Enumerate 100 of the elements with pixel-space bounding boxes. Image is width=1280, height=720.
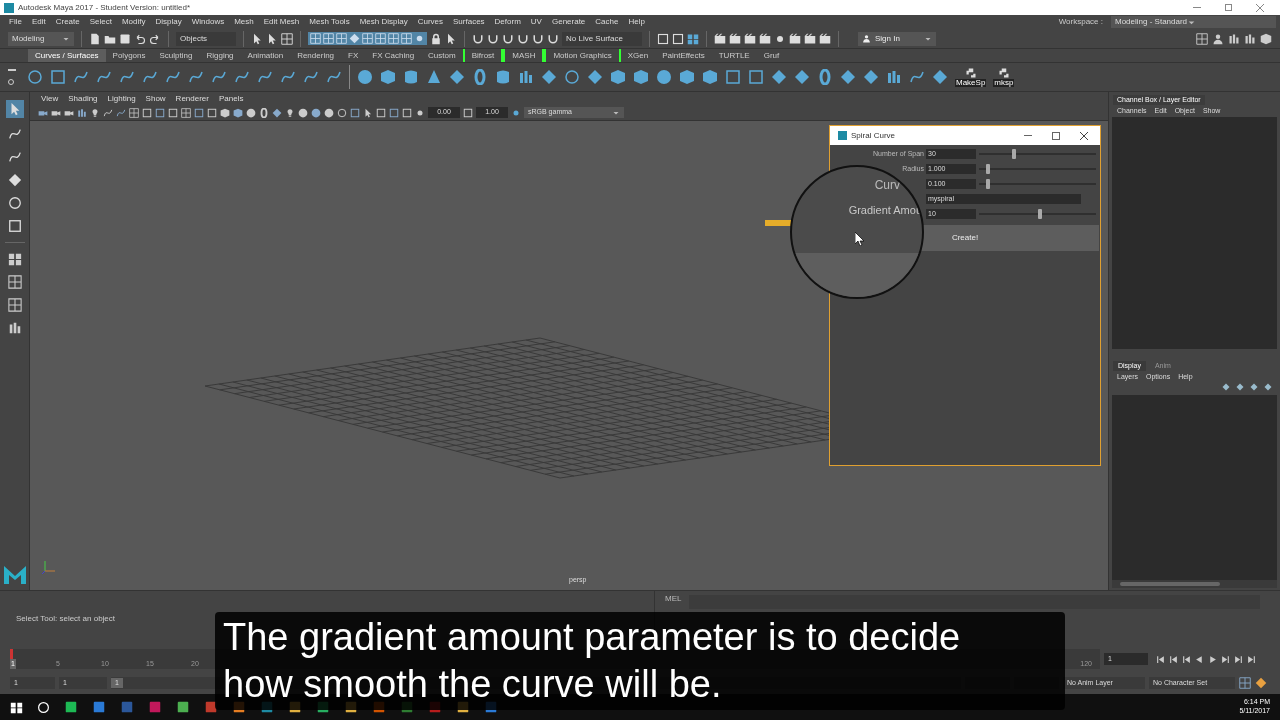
python-script-button[interactable]: mksp <box>993 67 1015 87</box>
undo-icon[interactable] <box>134 32 146 45</box>
playback-icon[interactable] <box>1169 654 1178 664</box>
layout-icon[interactable] <box>7 298 22 312</box>
playback-icon[interactable] <box>1221 654 1230 664</box>
dot-icon[interactable] <box>414 33 425 44</box>
curve-icon[interactable] <box>116 107 126 118</box>
sphere-icon[interactable] <box>311 107 321 118</box>
slider-handle[interactable] <box>986 179 990 189</box>
python-script-button[interactable]: MakeSp <box>955 67 987 87</box>
redo-icon[interactable] <box>149 32 161 45</box>
clapper-icon[interactable] <box>714 32 726 45</box>
grid-icon[interactable] <box>336 33 347 44</box>
taskbar-app-icon[interactable] <box>64 700 78 714</box>
square-icon[interactable] <box>207 107 217 118</box>
square-icon[interactable] <box>389 107 399 118</box>
cube-icon[interactable] <box>679 69 695 85</box>
cube-icon[interactable] <box>1260 32 1272 45</box>
clapper-icon[interactable] <box>819 32 831 45</box>
curve-icon[interactable] <box>303 69 319 85</box>
panel-menu-item[interactable]: Lighting <box>102 92 141 105</box>
taskbar-app-icon[interactable] <box>148 700 162 714</box>
square-icon[interactable] <box>748 69 764 85</box>
panel-menu-item[interactable]: Show <box>140 92 171 105</box>
layout-icon[interactable] <box>7 252 22 266</box>
torus-icon[interactable] <box>259 107 269 118</box>
cylinder-icon[interactable] <box>495 69 511 85</box>
square-icon[interactable] <box>194 107 204 118</box>
diamond-icon[interactable] <box>794 69 810 85</box>
bars-icon[interactable] <box>1228 32 1240 45</box>
panel-menu-item[interactable]: Panels <box>213 92 249 105</box>
grid-icon[interactable] <box>401 33 412 44</box>
key-icon[interactable] <box>1255 677 1267 689</box>
menu-set-dropdown[interactable]: Modeling <box>8 31 74 46</box>
arrow-icon[interactable] <box>445 32 457 45</box>
shelf-tab[interactable]: Bifrost <box>462 49 504 62</box>
diamond-icon[interactable] <box>840 69 856 85</box>
grid-icon[interactable] <box>362 33 373 44</box>
move-tool-icon[interactable] <box>7 173 22 187</box>
window-icon[interactable] <box>672 32 684 45</box>
shelf-tab[interactable]: Motion Graphics <box>544 49 621 62</box>
playback-icon[interactable] <box>1247 654 1256 664</box>
clapper-icon[interactable] <box>804 32 816 45</box>
diamond-icon[interactable] <box>349 33 360 44</box>
lasso-icon[interactable] <box>7 127 22 141</box>
curve-icon[interactable] <box>165 69 181 85</box>
sphere-icon[interactable] <box>656 69 672 85</box>
curve-icon[interactable] <box>257 69 273 85</box>
curve-icon[interactable] <box>234 69 250 85</box>
slider-handle[interactable] <box>1011 149 1016 159</box>
grid-icon[interactable] <box>181 107 191 118</box>
torus-icon[interactable] <box>472 69 488 85</box>
cylinder-icon[interactable] <box>403 69 419 85</box>
doc-icon[interactable] <box>89 32 101 45</box>
menu-item[interactable]: Surfaces <box>448 18 490 26</box>
playback-icon[interactable] <box>1182 654 1191 664</box>
torus-icon[interactable] <box>817 69 833 85</box>
layout-icon[interactable] <box>7 321 22 335</box>
save-icon[interactable] <box>119 32 131 45</box>
square-icon[interactable] <box>725 69 741 85</box>
magnet-icon[interactable] <box>487 32 499 45</box>
clapper-icon[interactable] <box>729 32 741 45</box>
cube-icon[interactable] <box>380 69 396 85</box>
menu-item[interactable]: Help <box>623 18 650 26</box>
window-icon[interactable] <box>687 32 699 45</box>
cube-icon[interactable] <box>610 69 626 85</box>
diamond-icon[interactable] <box>932 69 948 85</box>
circle-icon[interactable] <box>27 69 43 85</box>
square-icon[interactable] <box>50 69 66 85</box>
selection-mode-field[interactable]: Objects <box>176 31 236 46</box>
grid-icon[interactable] <box>323 33 334 44</box>
cube-icon[interactable] <box>220 107 230 118</box>
panel-menu-item[interactable]: View <box>36 92 64 105</box>
menu-item[interactable]: Display <box>150 18 187 26</box>
clapper-icon[interactable] <box>759 32 771 45</box>
magnet-icon[interactable] <box>502 32 514 45</box>
square-icon[interactable] <box>155 107 165 118</box>
scale-tool-icon[interactable] <box>7 219 22 233</box>
curve-icon[interactable] <box>280 69 296 85</box>
curve-icon[interactable] <box>73 69 89 85</box>
clapper-icon[interactable] <box>744 32 756 45</box>
sphere-icon[interactable] <box>246 107 256 118</box>
maximize-icon[interactable] <box>1052 131 1060 140</box>
curve-icon[interactable] <box>326 69 342 85</box>
magnet-icon[interactable] <box>517 32 529 45</box>
sphere-icon[interactable] <box>357 69 373 85</box>
window-icon[interactable] <box>657 32 669 45</box>
bars-icon[interactable] <box>77 107 87 118</box>
diamond-icon[interactable] <box>272 107 282 118</box>
menu-item[interactable]: UV <box>525 18 547 26</box>
restore-icon[interactable] <box>1225 4 1232 11</box>
grid-icon[interactable] <box>281 32 293 45</box>
arrow-icon[interactable] <box>266 32 278 45</box>
cube-icon[interactable] <box>702 69 718 85</box>
sphere-icon[interactable] <box>324 107 334 118</box>
curve-icon[interactable] <box>119 69 135 85</box>
diamond-icon[interactable] <box>771 69 787 85</box>
panel-menu-item[interactable]: Shading <box>63 92 103 105</box>
panel-menu-item[interactable]: Renderer <box>170 92 214 105</box>
menu-item[interactable]: Edit Mesh <box>258 18 305 26</box>
